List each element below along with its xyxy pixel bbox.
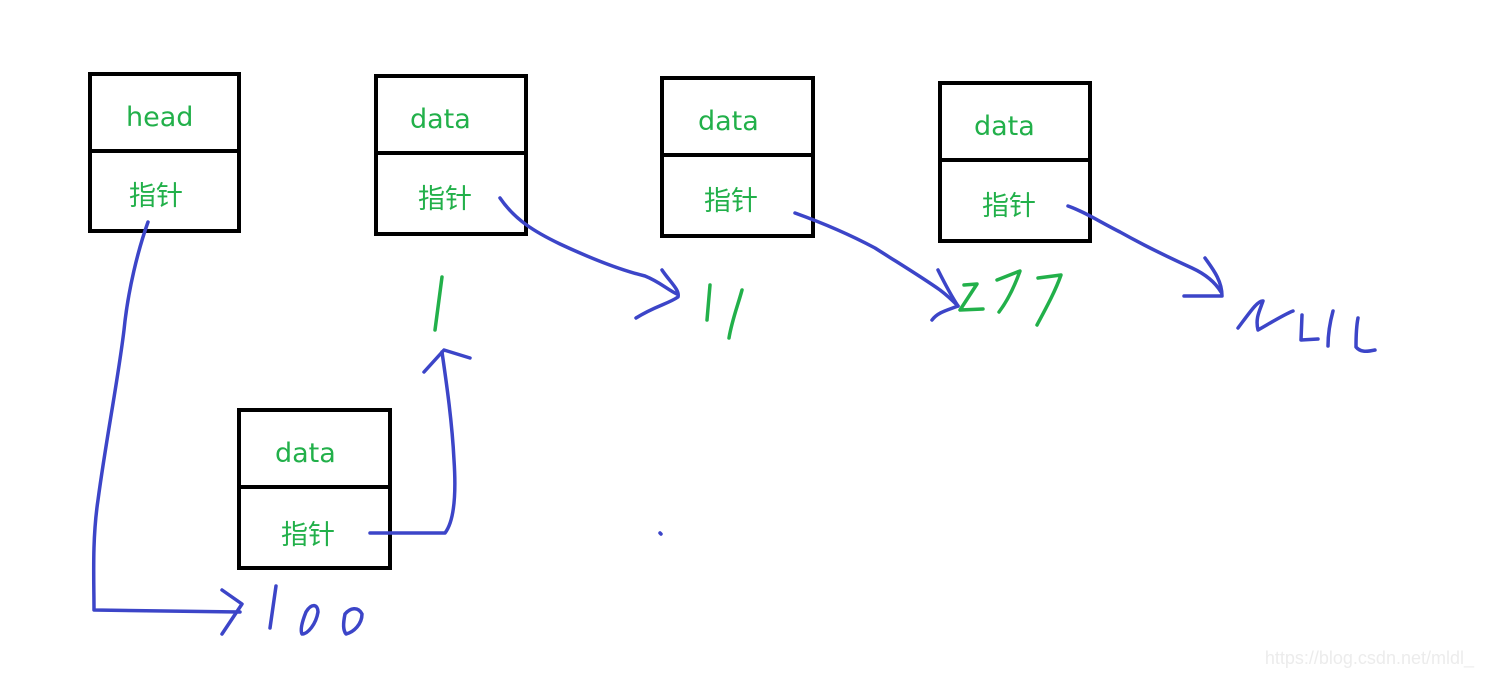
address-277-handwriting <box>958 269 1063 327</box>
edge-277-to-null-arrow <box>1066 204 1223 294</box>
address-11-handwriting <box>705 283 744 340</box>
null-handwriting <box>1236 299 1377 353</box>
edge-1-to-11-arrow <box>498 196 679 296</box>
watermark: https://blog.csdn.net/mldl_ <box>1264 648 1474 668</box>
arrowhead-icon <box>422 348 472 374</box>
ink-layer <box>91 196 1377 636</box>
edge-11-to-277-arrow <box>793 211 960 308</box>
arrowhead-icon <box>1182 256 1224 298</box>
edge-100-to-1-arrow <box>368 350 457 535</box>
arrowhead-icon <box>634 268 680 320</box>
stray-dot <box>658 531 663 536</box>
address-1-handwriting <box>433 275 444 332</box>
address-100-handwriting <box>268 584 364 636</box>
edge-head-to-100-arrow <box>91 220 242 614</box>
